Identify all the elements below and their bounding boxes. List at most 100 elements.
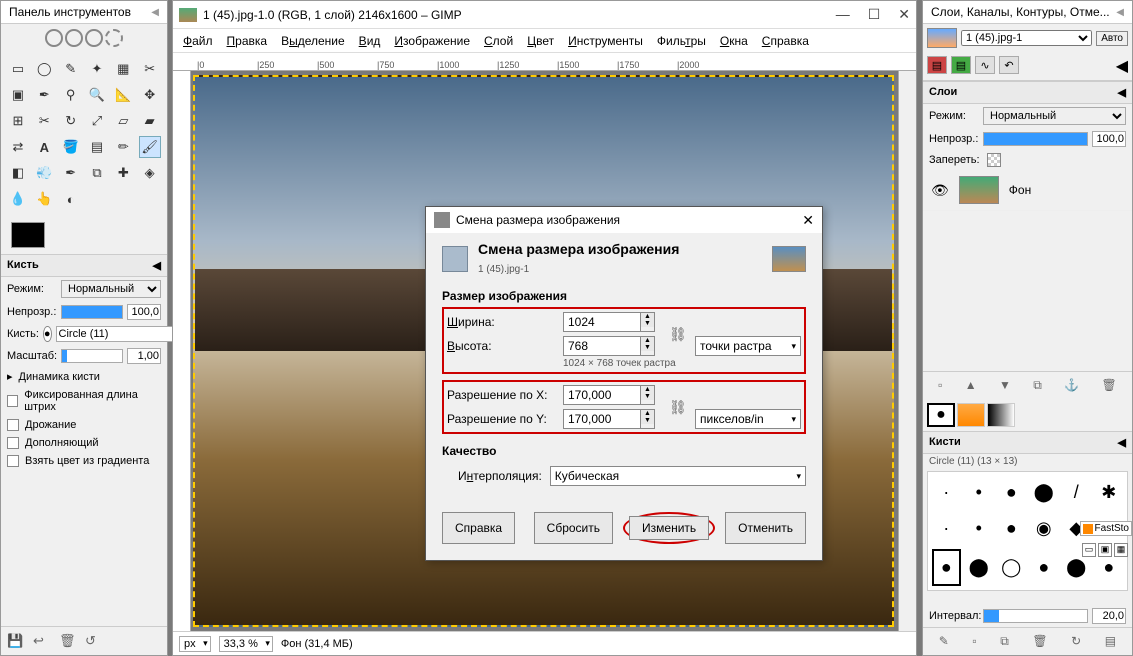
brush-item[interactable]: ·: [932, 476, 961, 509]
tool-dodge[interactable]: ◐: [60, 188, 82, 210]
menu-view[interactable]: Вид: [359, 34, 381, 48]
tool-clone[interactable]: ⧉: [86, 162, 108, 184]
interval-value[interactable]: [1092, 608, 1126, 624]
scale-slider[interactable]: [61, 349, 123, 363]
res-link-icon[interactable]: ⛓: [669, 399, 689, 416]
tab-brushes[interactable]: ●: [927, 403, 955, 427]
capture-window-icon[interactable]: ▭: [1082, 543, 1096, 557]
tool-align[interactable]: ⊞: [7, 110, 29, 132]
size-units-dropdown[interactable]: точки растра: [695, 336, 801, 356]
tool-color-picker[interactable]: ⚲: [60, 84, 82, 106]
lock-alpha-checkbox[interactable]: [987, 153, 1001, 167]
tool-shear[interactable]: ▱: [112, 110, 134, 132]
anchor-layer-icon[interactable]: ⚓: [1064, 378, 1079, 393]
tab-channels[interactable]: ▤: [951, 56, 971, 74]
new-brush-icon[interactable]: ▫: [972, 634, 976, 649]
raise-layer-icon[interactable]: ▲: [965, 378, 977, 393]
tool-eraser[interactable]: ◧: [7, 162, 29, 184]
scale-value[interactable]: [127, 348, 161, 364]
gradient-color-checkbox[interactable]: [7, 455, 19, 467]
save-options-icon[interactable]: 💾: [7, 633, 23, 649]
tool-airbrush[interactable]: 💨: [33, 162, 55, 184]
menu-filters[interactable]: Фильтры: [657, 34, 706, 48]
tool-heal[interactable]: ✚: [112, 162, 134, 184]
menu-image[interactable]: Изображение: [394, 34, 470, 48]
incremental-checkbox[interactable]: [7, 437, 19, 449]
duplicate-layer-icon[interactable]: ⧉: [1033, 378, 1042, 393]
refresh-brushes-icon[interactable]: ↻: [1071, 634, 1081, 649]
duplicate-brush-icon[interactable]: ⧉: [1000, 634, 1009, 649]
opacity-slider[interactable]: [61, 305, 123, 319]
vertical-scrollbar[interactable]: [898, 71, 916, 631]
tool-scissors[interactable]: ✂: [139, 58, 161, 80]
width-spinner[interactable]: ▲▼: [641, 312, 655, 332]
height-input[interactable]: [563, 336, 641, 356]
jitter-checkbox[interactable]: [7, 419, 19, 431]
tool-rotate[interactable]: ↻: [60, 110, 82, 132]
apply-button[interactable]: Изменить: [629, 516, 709, 540]
edit-brush-icon[interactable]: ✎: [939, 634, 949, 649]
brush-item[interactable]: ◯: [997, 549, 1026, 586]
brush-item[interactable]: ●: [997, 476, 1026, 509]
lower-layer-icon[interactable]: ▼: [999, 378, 1011, 393]
capture-region-icon[interactable]: ▣: [1098, 543, 1112, 557]
menu-help[interactable]: Справка: [762, 34, 809, 48]
delete-brush-icon[interactable]: 🗑: [1032, 634, 1047, 649]
restore-options-icon[interactable]: ↩: [33, 633, 49, 649]
brush-item[interactable]: ⬤: [1030, 476, 1059, 509]
brush-item[interactable]: ⬤: [965, 549, 994, 586]
tool-paths[interactable]: ✒: [33, 84, 55, 106]
interval-slider[interactable]: [983, 609, 1088, 623]
tab-paths[interactable]: ∿: [975, 56, 995, 74]
tool-perspective[interactable]: ▰: [139, 110, 161, 132]
tool-zoom[interactable]: 🔍: [86, 84, 108, 106]
tool-scale[interactable]: ⤢: [86, 110, 108, 132]
tool-perspective-clone[interactable]: ◈: [139, 162, 161, 184]
menu-file[interactable]: Файл: [183, 34, 213, 48]
help-button[interactable]: Справка: [442, 512, 515, 544]
brush-item[interactable]: •: [965, 476, 994, 509]
tool-foreground[interactable]: ▣: [7, 84, 29, 106]
menu-colors[interactable]: Цвет: [527, 34, 554, 48]
fixed-length-checkbox[interactable]: [7, 395, 18, 407]
mode-select[interactable]: Нормальный: [61, 280, 161, 298]
res-x-input[interactable]: [563, 385, 641, 405]
tool-blur[interactable]: 💧: [7, 188, 29, 210]
tool-ink[interactable]: ✒: [60, 162, 82, 184]
tab-gradients[interactable]: [987, 403, 1015, 427]
tab-layers[interactable]: ▤: [927, 56, 947, 74]
menu-layer[interactable]: Слой: [484, 34, 513, 48]
width-input[interactable]: [563, 312, 641, 332]
layer-visibility-icon[interactable]: 👁: [931, 182, 949, 199]
menu-select[interactable]: Выделение: [281, 34, 345, 48]
layer-name[interactable]: Фон: [1009, 183, 1031, 197]
brush-item[interactable]: ●: [932, 549, 961, 586]
brush-preview-icon[interactable]: ●: [43, 326, 52, 342]
tool-pencil[interactable]: ✏: [112, 136, 134, 158]
tab-patterns[interactable]: [957, 403, 985, 427]
tool-by-color[interactable]: ▦: [112, 58, 134, 80]
brush-item[interactable]: •: [965, 513, 994, 546]
unit-dropdown[interactable]: px: [179, 636, 211, 652]
brush-item[interactable]: ·: [932, 513, 961, 546]
res-x-spinner[interactable]: ▲▼: [641, 385, 655, 405]
delete-layer-icon[interactable]: 🗑: [1102, 378, 1117, 393]
layer-thumbnail[interactable]: [959, 176, 999, 204]
menu-edit[interactable]: Правка: [227, 34, 268, 48]
tool-measure[interactable]: 📐: [112, 84, 134, 106]
zoom-dropdown[interactable]: 33,3 %: [219, 636, 273, 652]
menu-tools[interactable]: Инструменты: [568, 34, 643, 48]
tool-rect-select[interactable]: ▭: [7, 58, 29, 80]
reset-button[interactable]: Сбросить: [534, 512, 613, 544]
tool-ellipse-select[interactable]: ◯: [33, 58, 55, 80]
layer-opacity-slider[interactable]: [983, 132, 1088, 146]
height-spinner[interactable]: ▲▼: [641, 336, 655, 356]
tab-undo[interactable]: ↶: [999, 56, 1019, 74]
dynamics-expander[interactable]: ▸Динамика кисти: [1, 367, 167, 386]
minimize-button[interactable]: —: [836, 6, 850, 23]
auto-button[interactable]: Авто: [1096, 31, 1128, 46]
tool-smudge[interactable]: 👆: [33, 188, 55, 210]
image-selector-dropdown[interactable]: 1 (45).jpg-1: [961, 30, 1092, 46]
layer-mode-select[interactable]: Нормальный: [983, 107, 1126, 125]
res-y-spinner[interactable]: ▲▼: [641, 409, 655, 429]
